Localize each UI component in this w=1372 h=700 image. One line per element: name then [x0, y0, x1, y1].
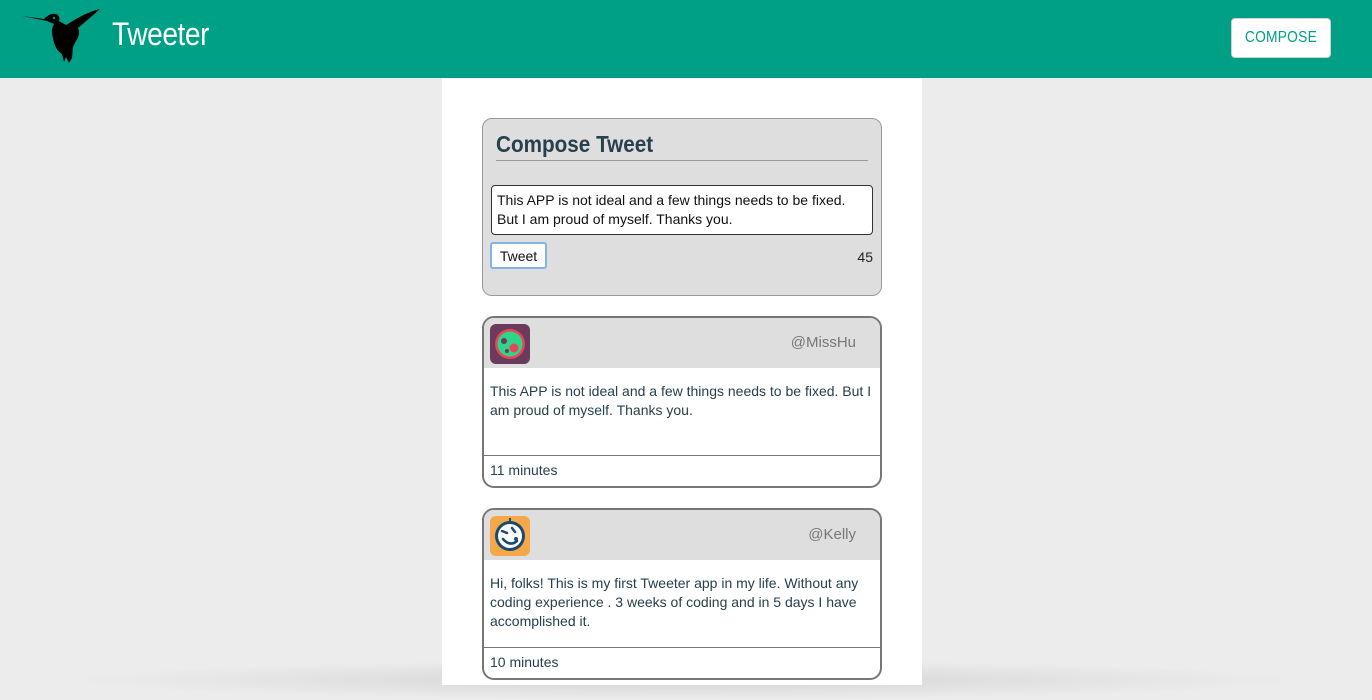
- tweet-header: @Kelly: [484, 510, 880, 560]
- tweet-text: Hi, folks! This is my first Tweeter app …: [490, 575, 859, 629]
- tweet-card: @Kelly Hi, folks! This is my first Tweet…: [482, 508, 882, 680]
- compose-title: Compose Tweet: [496, 131, 868, 161]
- tweet-footer: 11 minutes: [484, 455, 880, 486]
- green-face-avatar-icon: [490, 324, 530, 364]
- tweet-footer: 10 minutes: [484, 647, 880, 678]
- hummingbird-logo-icon: [22, 9, 100, 63]
- tweet-card: @MissHu This APP is not ideal and a few …: [482, 316, 882, 488]
- tweet-timestamp: 10 minutes: [490, 654, 559, 670]
- compose-button-label: COMPOSE: [1244, 29, 1318, 46]
- tweet-timestamp: 11 minutes: [490, 462, 558, 478]
- main-container: Compose Tweet This APP is not ideal and …: [442, 78, 922, 685]
- tweet-header: @MissHu: [484, 318, 880, 368]
- compose-title-text: Compose Tweet: [496, 131, 654, 157]
- tweet-handle[interactable]: @MissHu: [791, 334, 856, 351]
- tweet-text: This APP is not ideal and a few things n…: [490, 383, 872, 418]
- tweet-handle[interactable]: @Kelly: [808, 526, 856, 543]
- blue-face-avatar-icon: [490, 516, 530, 556]
- navbar: Tweeter COMPOSE: [0, 0, 1372, 78]
- tweet-textarea[interactable]: This APP is not ideal and a few things n…: [491, 185, 873, 235]
- compose-tweet-panel: Compose Tweet This APP is not ideal and …: [482, 118, 882, 296]
- char-counter: 45: [857, 249, 873, 265]
- compose-button[interactable]: COMPOSE: [1231, 18, 1331, 58]
- tweet-submit-button[interactable]: Tweet: [490, 242, 547, 269]
- brand-title: Tweeter: [112, 16, 210, 52]
